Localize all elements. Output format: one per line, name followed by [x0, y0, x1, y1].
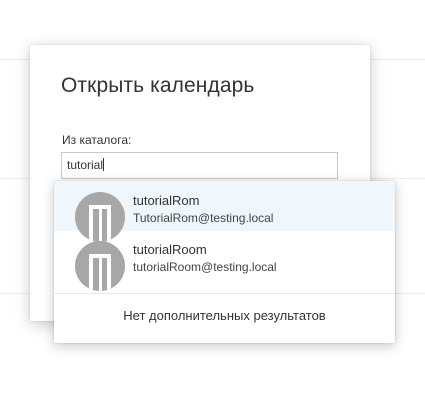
suggestion-divider	[54, 293, 395, 294]
suggestion-item[interactable]: tutorialRom TutorialRom@testing.local	[54, 181, 395, 242]
suggestion-email: TutorialRom@testing.local	[133, 211, 274, 225]
directory-search-input[interactable]: tutorial	[61, 152, 338, 179]
no-more-results: Нет дополнительных результатов	[123, 308, 326, 323]
suggestion-dropdown: tutorialRom TutorialRom@testing.local tu…	[54, 181, 395, 343]
directory-input-text: tutorial	[67, 158, 104, 172]
directory-label: Из каталога:	[62, 133, 132, 147]
room-door-icon	[75, 241, 125, 291]
suggestion-email: tutorialRoom@testing.local	[133, 260, 277, 274]
suggestion-name: tutorialRom	[133, 193, 200, 208]
dialog-title: Открыть календарь	[61, 74, 255, 97]
suggestion-name: tutorialRoom	[133, 242, 207, 257]
text-caret	[103, 158, 105, 171]
suggestion-item[interactable]: tutorialRoom tutorialRoom@testing.local	[54, 231, 395, 291]
